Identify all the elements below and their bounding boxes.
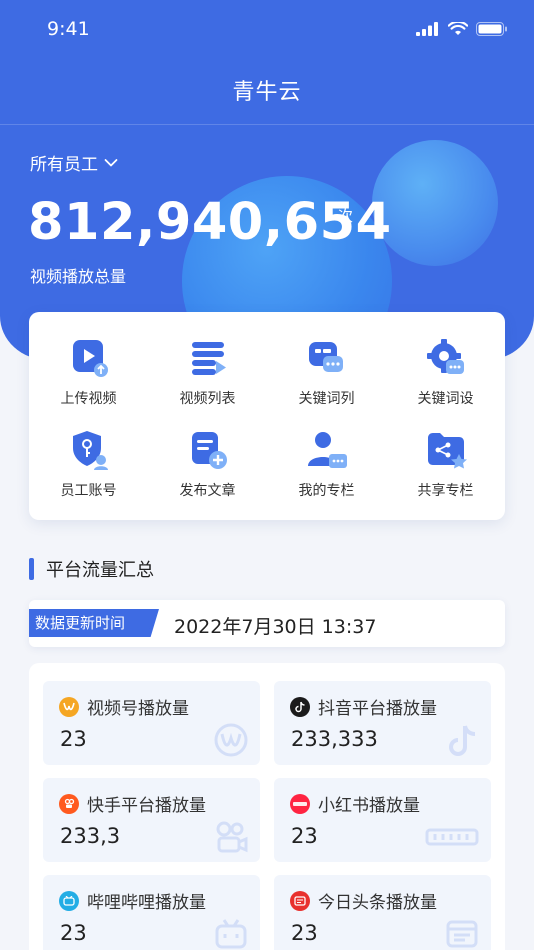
platform-card-bilibili[interactable]: 哔哩哔哩播放量 23	[43, 875, 260, 950]
platform-stats-card: 视频号播放量 23 抖音平台播放量 233,333 快手平台播放量 233,3	[29, 663, 505, 950]
video-list-icon	[191, 342, 226, 375]
total-plays-unit: 次	[338, 207, 354, 225]
bilibili-icon	[59, 890, 79, 911]
publish-article-icon	[191, 432, 227, 469]
chevron-down-icon	[104, 158, 118, 166]
menu-label-shared-column: 共享专栏	[417, 483, 474, 499]
platform-value: 23	[291, 824, 318, 848]
signal-icon	[416, 22, 438, 36]
shared-column-icon	[427, 433, 467, 469]
wifi-icon	[448, 22, 468, 35]
menu-item-publish-article[interactable]: 发布文章	[148, 428, 267, 500]
platform-name: 视频号播放量	[87, 699, 189, 719]
total-plays-label: 视频播放总量	[30, 267, 127, 286]
menu-label-publish-article: 发布文章	[179, 483, 236, 499]
platform-name: 哔哩哔哩播放量	[87, 893, 206, 913]
xiaohongshu-icon	[290, 793, 310, 814]
menu-item-employee-account[interactable]: 员工账号	[29, 428, 148, 500]
menu-label-my-column: 我的专栏	[298, 483, 355, 499]
menu-item-keyword-settings[interactable]: 关键词设	[386, 336, 505, 408]
employee-account-icon	[72, 431, 108, 470]
section-accent-bar	[29, 558, 34, 580]
xiaohongshu-watermark-icon	[425, 828, 479, 846]
section-header: 平台流量汇总	[29, 556, 154, 582]
battery-icon	[476, 22, 507, 36]
menu-label-video-list: 视频列表	[179, 391, 236, 407]
page-title: 青牛云	[232, 80, 302, 105]
platform-value: 23	[291, 921, 318, 945]
menu-item-upload-video[interactable]: 上传视频	[29, 336, 148, 408]
platform-name: 快手平台播放量	[87, 796, 206, 816]
update-time-row: 数据更新时间 2022年7月30日 13:37	[29, 600, 505, 647]
toutiao-icon	[290, 890, 310, 911]
platform-name: 今日头条播放量	[318, 893, 437, 913]
platform-card-douyin[interactable]: 抖音平台播放量 233,333	[274, 681, 491, 765]
menu-item-my-column[interactable]: 我的专栏	[267, 428, 386, 500]
wechat-channels-icon	[59, 696, 79, 717]
kuaishou-icon	[59, 793, 79, 814]
platform-name: 抖音平台播放量	[318, 699, 437, 719]
menu-item-video-list[interactable]: 视频列表	[148, 336, 267, 408]
wechat-channels-watermark-icon	[214, 723, 248, 757]
bilibili-watermark-icon	[215, 919, 247, 949]
keyword-list-icon	[308, 342, 343, 372]
platform-value: 233,3	[60, 824, 121, 848]
menu-label-upload-video: 上传视频	[60, 391, 117, 407]
platform-value: 23	[60, 921, 87, 945]
upload-video-icon	[72, 340, 108, 377]
platform-card-xiaohongshu[interactable]: 小红书播放量 23	[274, 778, 491, 862]
status-bar: 9:41	[0, 0, 534, 58]
update-time-value: 2022年7月30日 13:37	[174, 616, 377, 638]
douyin-icon	[290, 696, 310, 717]
platform-card-toutiao[interactable]: 今日头条播放量 23	[274, 875, 491, 950]
toutiao-watermark-icon	[446, 920, 478, 948]
platform-value: 233,333	[291, 727, 378, 751]
employee-filter-label: 所有员工	[30, 155, 98, 175]
status-time: 9:41	[47, 18, 90, 40]
platform-card-kuaishou[interactable]: 快手平台播放量 233,3	[43, 778, 260, 862]
menu-label-keyword-settings: 关键词设	[417, 391, 474, 407]
employee-filter-dropdown[interactable]: 所有员工	[30, 150, 118, 175]
menu-item-keyword-list[interactable]: 关键词列	[267, 336, 386, 408]
keyword-settings-icon	[426, 339, 464, 374]
nav-divider	[0, 124, 534, 125]
function-menu: 上传视频 视频列表 关键词列 关键词设 员工账号 发布文章 我的专栏 共享专栏	[29, 312, 505, 520]
kuaishou-watermark-icon	[216, 821, 248, 853]
section-title: 平台流量汇总	[46, 560, 154, 581]
douyin-watermark-icon	[449, 725, 476, 756]
platform-value: 23	[60, 727, 87, 751]
my-column-icon	[307, 432, 347, 468]
menu-label-keyword-list: 关键词列	[298, 391, 355, 407]
platform-card-wechat-channels[interactable]: 视频号播放量 23	[43, 681, 260, 765]
platform-name: 小红书播放量	[318, 796, 420, 816]
menu-item-shared-column[interactable]: 共享专栏	[386, 428, 505, 500]
update-time-tag: 数据更新时间	[29, 609, 157, 637]
menu-label-employee-account: 员工账号	[60, 483, 117, 499]
